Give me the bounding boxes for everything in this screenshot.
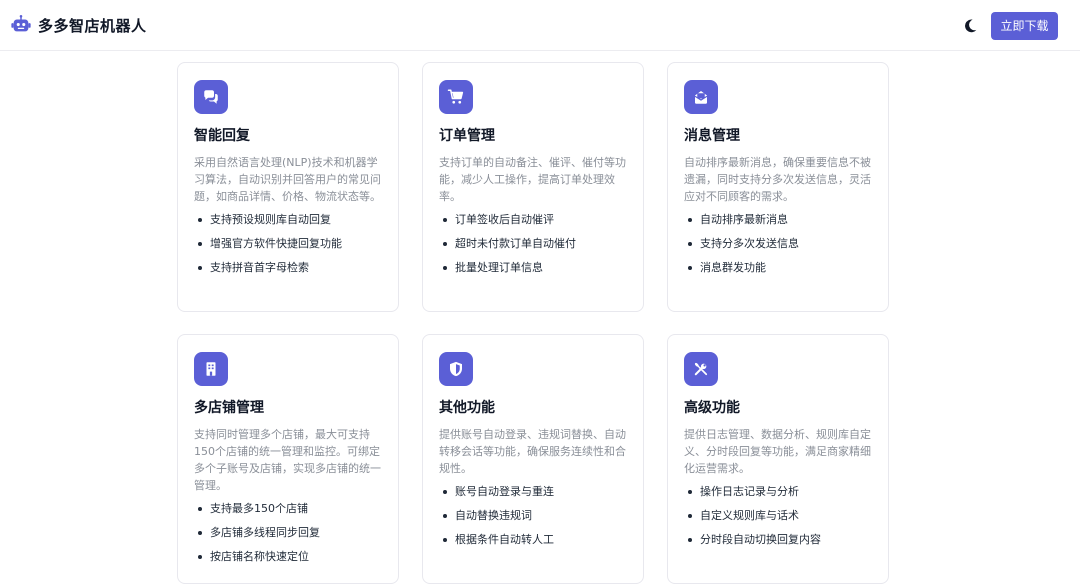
feature-item-label: 支持拼音首字母检索	[210, 261, 309, 274]
card-description: 支持订单的自动备注、催评、催付等功能，减少人工操作，提高订单处理效率。	[439, 156, 626, 203]
bullet-icon	[688, 266, 692, 270]
feature-card-other-features: 其他功能 提供账号自动登录、违规词替换、自动转移会话等功能，确保服务连续性和合规…	[422, 334, 644, 584]
feature-list: 自动排序最新消息 支持分多次发送信息 消息群发功能	[684, 213, 872, 275]
feature-item: 支持拼音首字母检索	[194, 261, 382, 275]
card-title: 订单管理	[439, 128, 495, 144]
building-icon	[206, 362, 216, 376]
feature-item-label: 超时未付款订单自动催付	[455, 237, 576, 250]
card-icon-box	[439, 80, 473, 114]
feature-item-label: 多店铺多线程同步回复	[210, 526, 320, 539]
card-description: 提供日志管理、数据分析、规则库自定义、分时段回复等功能，满足商家精细化运营需求。	[684, 428, 871, 475]
feature-item-label: 自动替换违规词	[455, 509, 532, 522]
feature-item: 根据条件自动转人工	[439, 533, 627, 547]
shopping-cart-icon	[447, 89, 464, 104]
download-button[interactable]: 立即下载	[991, 12, 1058, 40]
feature-item: 订单签收后自动催评	[439, 213, 627, 227]
feature-item: 自定义规则库与话术	[684, 509, 872, 523]
feature-item-label: 订单签收后自动催评	[455, 213, 554, 226]
feature-item-label: 分时段自动切换回复内容	[700, 533, 821, 546]
feature-item: 分时段自动切换回复内容	[684, 533, 872, 547]
feature-item: 支持最多150个店铺	[194, 502, 382, 516]
feature-card-smart-reply: 智能回复 采用自然语言处理(NLP)技术和机器学习算法，自动识别并回答用户的常见…	[177, 62, 399, 312]
card-icon-box	[194, 352, 228, 386]
bullet-icon	[198, 242, 202, 246]
bullet-icon	[198, 507, 202, 511]
feature-item: 自动替换违规词	[439, 509, 627, 523]
feature-item: 按店铺名称快速定位	[194, 550, 382, 564]
card-description: 自动排序最新消息，确保重要信息不被遗漏，同时支持分多次发送信息，灵活应对不同顾客…	[684, 156, 871, 203]
bullet-icon	[443, 218, 447, 222]
card-description: 支持同时管理多个店铺，最大可支持150个店铺的统一管理和监控。可绑定多个子账号及…	[194, 428, 381, 492]
bullet-icon	[443, 242, 447, 246]
feature-item-label: 增强官方软件快捷回复功能	[210, 237, 342, 250]
card-title: 高级功能	[684, 400, 740, 416]
feature-item: 多店铺多线程同步回复	[194, 526, 382, 540]
bullet-icon	[688, 242, 692, 246]
bullet-icon	[688, 218, 692, 222]
bullet-icon	[688, 514, 692, 518]
feature-item-label: 按店铺名称快速定位	[210, 550, 309, 563]
bullet-icon	[443, 490, 447, 494]
theme-toggle[interactable]	[961, 17, 979, 35]
card-title: 智能回复	[194, 128, 250, 144]
feature-item: 支持预设规则库自动回复	[194, 213, 382, 227]
bullet-icon	[688, 538, 692, 542]
bullet-icon	[198, 218, 202, 222]
feature-item-label: 操作日志记录与分析	[700, 485, 799, 498]
card-title: 消息管理	[684, 128, 740, 144]
feature-item: 支持分多次发送信息	[684, 237, 872, 251]
feature-item-label: 支持最多150个店铺	[210, 502, 308, 515]
feature-list: 订单签收后自动催评 超时未付款订单自动催付 批量处理订单信息	[439, 213, 627, 275]
feature-item: 增强官方软件快捷回复功能	[194, 237, 382, 251]
bullet-icon	[443, 538, 447, 542]
card-description: 采用自然语言处理(NLP)技术和机器学习算法，自动识别并回答用户的常见问题，如商…	[194, 156, 381, 203]
top-bar: 多多智店机器人 立即下载	[0, 0, 1080, 51]
feature-card-multi-store: 多店铺管理 支持同时管理多个店铺，最大可支持150个店铺的统一管理和监控。可绑定…	[177, 334, 399, 584]
card-icon-box	[684, 352, 718, 386]
feature-item-label: 自定义规则库与话术	[700, 509, 799, 522]
card-description: 提供账号自动登录、违规词替换、自动转移会话等功能，确保服务连续性和合规性。	[439, 428, 626, 475]
bullet-icon	[198, 531, 202, 535]
bullet-icon	[198, 266, 202, 270]
feature-card-advanced-features: 高级功能 提供日志管理、数据分析、规则库自定义、分时段回复等功能，满足商家精细化…	[667, 334, 889, 584]
feature-list: 账号自动登录与重连 自动替换违规词 根据条件自动转人工	[439, 485, 627, 547]
feature-item-label: 根据条件自动转人工	[455, 533, 554, 546]
feature-list: 支持最多150个店铺 多店铺多线程同步回复 按店铺名称快速定位	[194, 502, 382, 564]
feature-item: 操作日志记录与分析	[684, 485, 872, 499]
feature-item: 批量处理订单信息	[439, 261, 627, 275]
feature-item-label: 支持预设规则库自动回复	[210, 213, 331, 226]
feature-item-label: 消息群发功能	[700, 261, 766, 274]
feature-item-label: 自动排序最新消息	[700, 213, 788, 226]
bullet-icon	[443, 514, 447, 518]
bullet-icon	[198, 555, 202, 559]
feature-item: 超时未付款订单自动催付	[439, 237, 627, 251]
tools-icon	[694, 362, 708, 376]
feature-list: 操作日志记录与分析 自定义规则库与话术 分时段自动切换回复内容	[684, 485, 872, 547]
card-title: 其他功能	[439, 400, 495, 416]
feature-list: 支持预设规则库自动回复 增强官方软件快捷回复功能 支持拼音首字母检索	[194, 213, 382, 275]
card-icon-box	[194, 80, 228, 114]
feature-item: 账号自动登录与重连	[439, 485, 627, 499]
feature-item-label: 支持分多次发送信息	[700, 237, 799, 250]
chat-bubbles-icon	[204, 90, 218, 104]
bullet-icon	[443, 266, 447, 270]
envelope-icon	[694, 91, 708, 104]
feature-card-message-management: 消息管理 自动排序最新消息，确保重要信息不被遗漏，同时支持分多次发送信息，灵活应…	[667, 62, 889, 312]
robot-icon	[10, 14, 32, 36]
bullet-icon	[688, 490, 692, 494]
card-title: 多店铺管理	[194, 400, 264, 416]
feature-item: 消息群发功能	[684, 261, 872, 275]
app-title: 多多智店机器人	[38, 16, 147, 35]
shield-icon	[450, 361, 462, 377]
moon-icon	[965, 19, 977, 33]
card-icon-box	[439, 352, 473, 386]
card-icon-box	[684, 80, 718, 114]
feature-item-label: 账号自动登录与重连	[455, 485, 554, 498]
brand[interactable]: 多多智店机器人	[10, 14, 147, 36]
feature-card-order-management: 订单管理 支持订单的自动备注、催评、催付等功能，减少人工操作，提高订单处理效率。…	[422, 62, 644, 312]
feature-item-label: 批量处理订单信息	[455, 261, 543, 274]
feature-item: 自动排序最新消息	[684, 213, 872, 227]
